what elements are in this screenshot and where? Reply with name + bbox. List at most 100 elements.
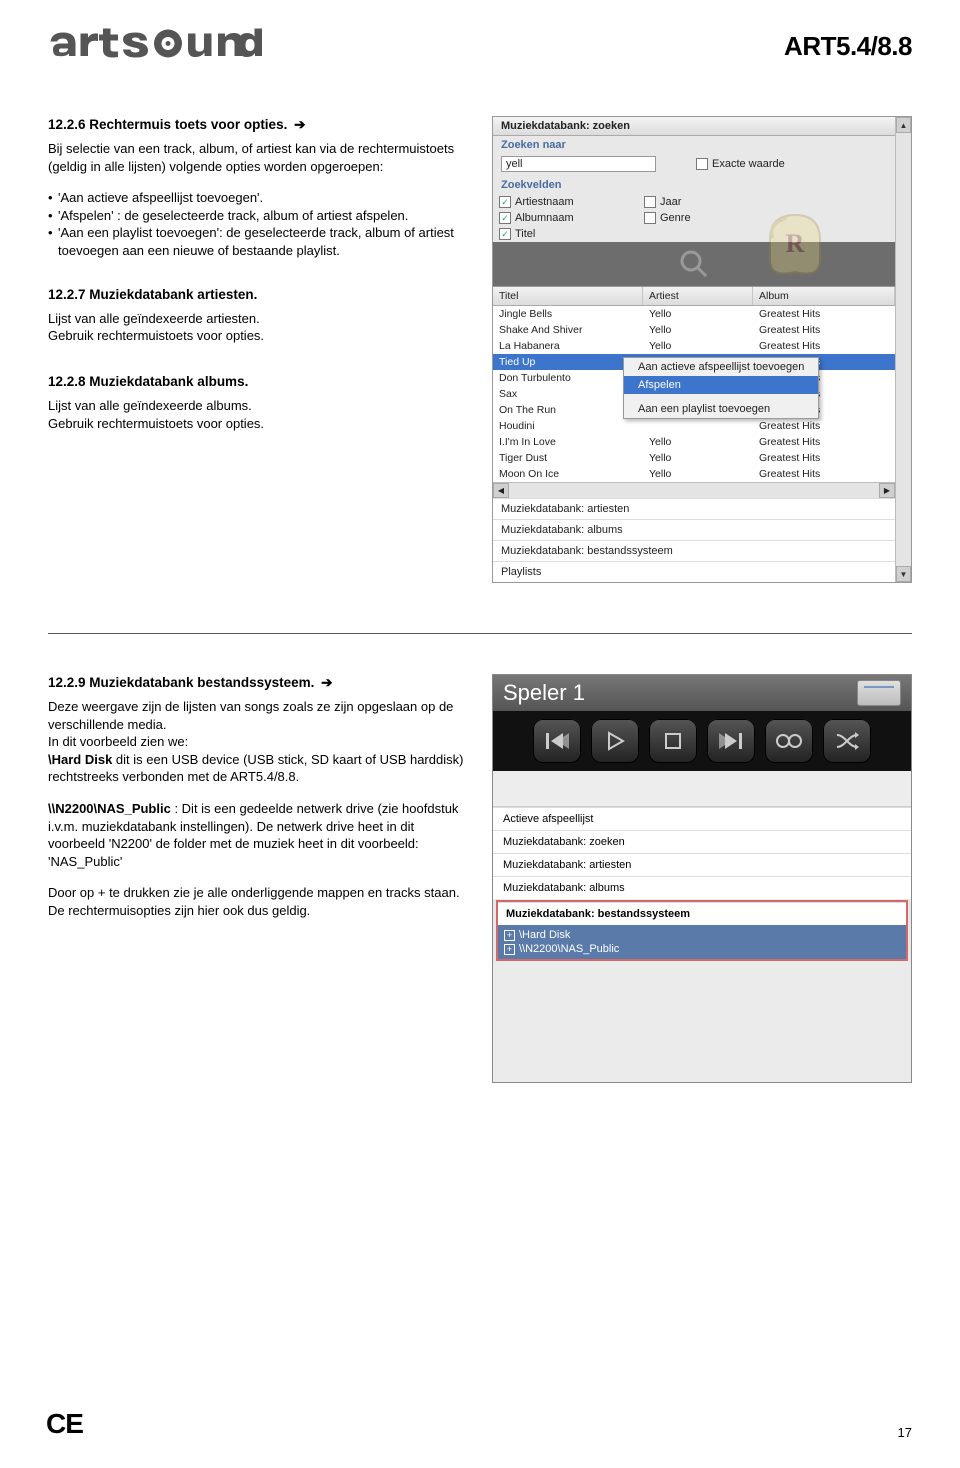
list-item-afspeellijst[interactable]: Actieve afspeellijst — [493, 807, 911, 830]
device-icon — [857, 680, 901, 706]
table-row[interactable]: HoudiniGreatest Hits — [493, 418, 895, 434]
table-row[interactable]: Tiger DustYelloGreatest Hits — [493, 450, 895, 466]
stop-icon — [664, 732, 682, 750]
checkbox-label: Albumnaam — [515, 212, 574, 224]
ce-mark: CE — [46, 1408, 83, 1440]
cell-artiest: Yello — [643, 450, 753, 466]
speler-title: Speler 1 — [503, 680, 585, 706]
tree-item-nas[interactable]: +\\N2200\NAS_Public — [504, 942, 900, 956]
bullet-item: 'Aan actieve afspeellijst toevoegen'. — [48, 189, 470, 207]
checkbox-label: Genre — [660, 212, 691, 224]
label-zoekvelden: Zoekvelden — [493, 176, 895, 194]
table-row[interactable]: Moon On IceYelloGreatest Hits — [493, 466, 895, 482]
repeat-icon — [776, 732, 802, 750]
column-titel[interactable]: Titel — [493, 287, 643, 305]
badge-r-icon: R — [765, 210, 825, 280]
cell-titel: Don Turbulento — [493, 370, 643, 386]
scroll-down-icon[interactable]: ▼ — [896, 566, 911, 582]
cell-titel: Tiger Dust — [493, 450, 643, 466]
paragraph: Deze weergave zijn de lijsten van songs … — [48, 698, 470, 733]
label-zoeken-naar: Zoeken naar — [493, 136, 895, 154]
scroll-left-icon[interactable]: ◀ — [493, 483, 509, 498]
paragraph: Door op + te drukken zie je alle onderli… — [48, 884, 470, 919]
table-row[interactable]: Jingle BellsYelloGreatest Hits — [493, 306, 895, 322]
table-row[interactable]: Shake And ShiverYelloGreatest Hits — [493, 322, 895, 338]
paragraph: \Hard Disk dit is een USB device (USB st… — [48, 751, 470, 786]
cell-artiest: Yello — [643, 322, 753, 338]
play-button[interactable] — [591, 719, 639, 763]
search-button[interactable]: R — [493, 242, 895, 286]
paragraph: Gebruik rechtermuistoets voor opties. — [48, 327, 470, 345]
skip-back-icon — [545, 731, 569, 751]
checkbox-jaar[interactable] — [644, 196, 656, 208]
checkbox-artiestnaam[interactable]: ✓ — [499, 196, 511, 208]
heading-12-2-6: 12.2.6 Rechtermuis toets voor opties. — [48, 116, 470, 134]
cell-titel: Sax — [493, 386, 643, 402]
list-item-zoeken[interactable]: Muziekdatabank: zoeken — [493, 830, 911, 853]
pane-bestandssysteem[interactable]: Muziekdatabank: bestandssysteem — [493, 540, 895, 561]
repeat-button[interactable] — [765, 719, 813, 763]
scroll-right-icon[interactable]: ▶ — [879, 483, 895, 498]
heading-12-2-9: 12.2.9 Muziekdatabank bestandssysteem. — [48, 674, 470, 692]
table-row[interactable]: La HabaneraYelloGreatest Hits — [493, 338, 895, 354]
cell-album: Greatest Hits — [753, 434, 895, 450]
pane-playlists[interactable]: Playlists — [493, 561, 895, 582]
checkbox-titel[interactable]: ✓ — [499, 228, 511, 240]
cell-artiest: Yello — [643, 434, 753, 450]
cell-titel: I.I'm In Love — [493, 434, 643, 450]
cell-titel: La Habanera — [493, 338, 643, 354]
cell-album: Greatest Hits — [753, 466, 895, 482]
menu-item-add-active[interactable]: Aan actieve afspeellijst toevoegen — [624, 358, 818, 376]
paragraph: In dit voorbeeld zien we: — [48, 733, 470, 751]
cell-titel: Moon On Ice — [493, 466, 643, 482]
checkbox-label: Artiestnaam — [515, 196, 574, 208]
context-menu: Aan actieve afspeellijst toevoegen Afspe… — [623, 357, 819, 419]
cell-titel: Jingle Bells — [493, 306, 643, 322]
tree-item-harddisk[interactable]: +\Hard Disk — [504, 928, 900, 942]
cell-artiest: Yello — [643, 306, 753, 322]
checkbox-label: Jaar — [660, 196, 681, 208]
cell-album: Greatest Hits — [753, 450, 895, 466]
cell-titel: On The Run — [493, 402, 643, 418]
table-row[interactable]: I.I'm In LoveYelloGreatest Hits — [493, 434, 895, 450]
shuffle-icon — [835, 731, 859, 751]
search-input[interactable]: yell — [501, 156, 656, 172]
paragraph: Lijst van alle geïndexeerde albums. — [48, 397, 470, 415]
shuffle-button[interactable] — [823, 719, 871, 763]
scrollbar-horizontal[interactable]: ◀ ▶ — [493, 482, 895, 498]
menu-item-add-playlist[interactable]: Aan een playlist toevoegen — [624, 400, 818, 418]
list-item-bestandssysteem[interactable]: Muziekdatabank: bestandssysteem — [498, 902, 906, 925]
scroll-up-icon[interactable]: ▲ — [896, 117, 911, 133]
paragraph: \\N2200\NAS_Public : Dit is een gedeelde… — [48, 800, 470, 870]
skip-forward-icon — [719, 731, 743, 751]
column-artiest[interactable]: Artiest — [643, 287, 753, 305]
search-icon — [678, 248, 710, 280]
heading-12-2-8: 12.2.8 Muziekdatabank albums. — [48, 373, 470, 391]
expand-icon[interactable]: + — [504, 944, 515, 955]
pane-title-zoeken[interactable]: Muziekdatabank: zoeken — [493, 117, 895, 136]
next-button[interactable] — [707, 719, 755, 763]
cell-titel: Houdini — [493, 418, 643, 434]
bullet-item: 'Afspelen' : de geselecteerde track, alb… — [48, 207, 470, 225]
checkbox-exacte[interactable] — [696, 158, 708, 170]
cell-album: Greatest Hits — [753, 322, 895, 338]
list-item-artiesten[interactable]: Muziekdatabank: artiesten — [493, 853, 911, 876]
label-exacte: Exacte waarde — [712, 158, 785, 170]
expand-icon[interactable]: + — [504, 930, 515, 941]
stop-button[interactable] — [649, 719, 697, 763]
checkbox-genre[interactable] — [644, 212, 656, 224]
prev-button[interactable] — [533, 719, 581, 763]
page-number: 17 — [898, 1425, 912, 1440]
section-divider — [48, 633, 912, 634]
pane-albums[interactable]: Muziekdatabank: albums — [493, 519, 895, 540]
cell-titel: Shake And Shiver — [493, 322, 643, 338]
column-album[interactable]: Album — [753, 287, 895, 305]
cell-titel: Tied Up — [493, 354, 643, 370]
pane-artiesten[interactable]: Muziekdatabank: artiesten — [493, 498, 895, 519]
cell-album: Greatest Hits — [753, 338, 895, 354]
menu-item-afspelen[interactable]: Afspelen — [624, 376, 818, 394]
list-item-albums[interactable]: Muziekdatabank: albums — [493, 876, 911, 899]
checkbox-albumnaam[interactable]: ✓ — [499, 212, 511, 224]
cell-album: Greatest Hits — [753, 306, 895, 322]
scrollbar-vertical[interactable]: ▲ ▼ — [895, 117, 911, 582]
